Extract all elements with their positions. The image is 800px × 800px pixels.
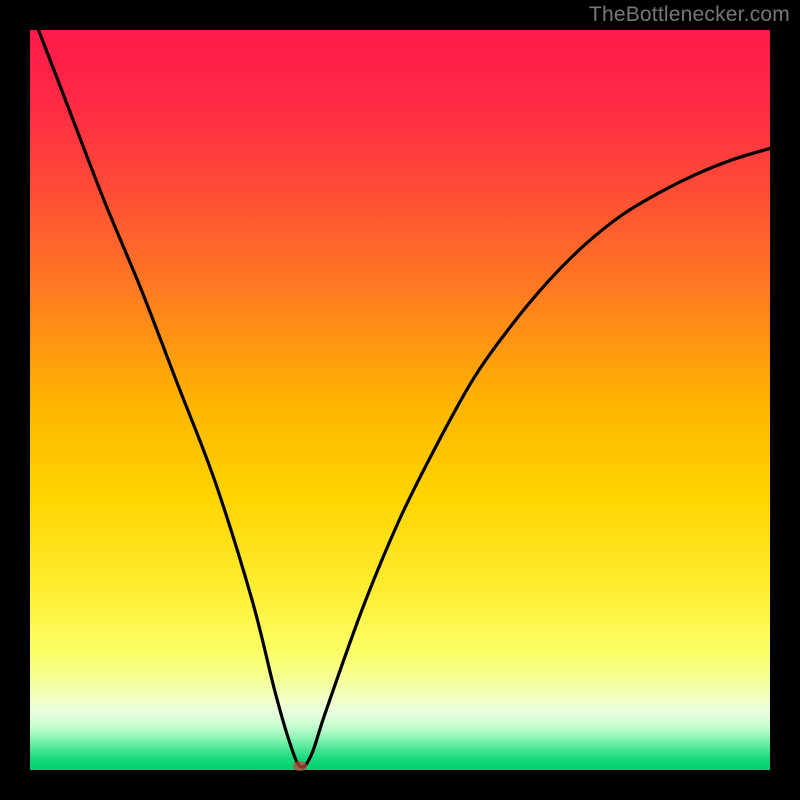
plot-frame: [30, 30, 770, 770]
watermark-text: TheBottlenecker.com: [589, 3, 790, 27]
bottleneck-curve: [30, 30, 770, 770]
